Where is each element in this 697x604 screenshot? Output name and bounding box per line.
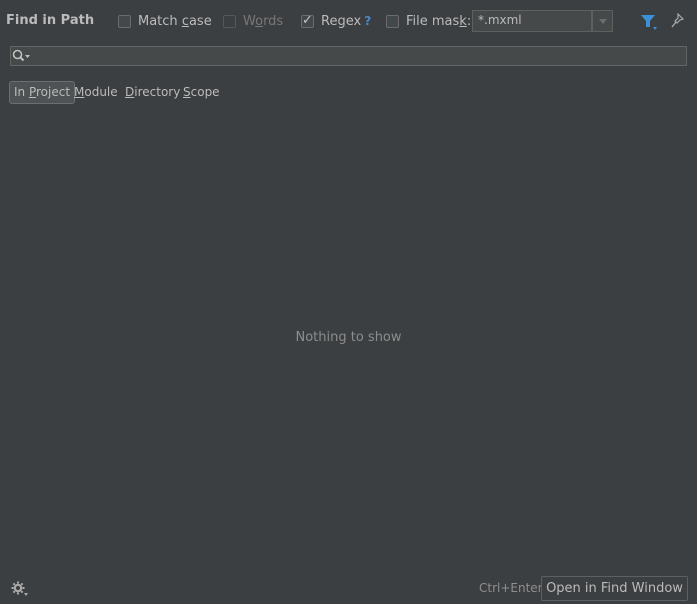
search-history-icon[interactable] (12, 49, 31, 63)
open-in-find-window-button[interactable]: Open in Find Window (541, 576, 688, 601)
regex-checkbox[interactable]: ✓ Regex ? (301, 12, 371, 30)
tab-directory[interactable]: Directory (125, 81, 180, 104)
tab-module[interactable]: Module (74, 81, 118, 104)
dialog-title: Find in Path (6, 13, 95, 28)
pin-icon[interactable] (671, 13, 685, 29)
file-mask-dropdown[interactable] (592, 10, 613, 32)
checkmark-icon: ✓ (302, 12, 313, 28)
tab-in-project[interactable]: In Project (9, 81, 76, 104)
search-input[interactable] (10, 46, 687, 66)
match-case-box[interactable] (118, 14, 131, 28)
match-case-label: Match case (138, 13, 212, 29)
chevron-down-icon (599, 19, 607, 24)
tab-directory-label: Directory (125, 85, 181, 99)
empty-results-text: Nothing to show (295, 330, 402, 345)
tab-scope[interactable]: Scope (183, 81, 220, 104)
open-shortcut-hint: Ctrl+Enter (479, 581, 543, 595)
words-checkbox[interactable]: Words (223, 12, 283, 30)
file-mask-box[interactable] (386, 14, 399, 28)
tab-module-label: Module (74, 85, 118, 99)
words-box[interactable] (223, 14, 236, 28)
regex-help-icon[interactable]: ? (364, 14, 371, 28)
file-mask-checkbox[interactable]: File mask: (386, 12, 471, 30)
gear-icon[interactable] (11, 581, 29, 597)
regex-label: Regex (321, 13, 362, 29)
words-label: Words (243, 13, 284, 29)
file-mask-input[interactable]: *.mxml (472, 10, 592, 32)
file-mask-label: File mask: (406, 13, 472, 29)
filter-icon[interactable] (640, 13, 658, 31)
match-case-checkbox[interactable]: Match case (118, 12, 212, 30)
tab-scope-label: Scope (183, 85, 220, 99)
regex-box[interactable]: ✓ (301, 12, 314, 28)
tab-in-project-label: In Project (14, 85, 71, 99)
